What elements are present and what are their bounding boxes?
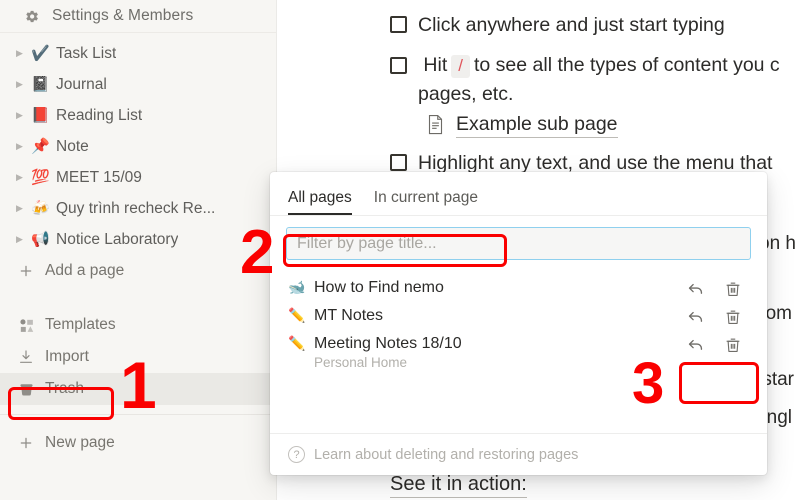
- checkbox-unchecked-icon[interactable]: [390, 153, 407, 171]
- sub-page-label: Example sub page: [456, 113, 618, 138]
- checkbox-unchecked-icon[interactable]: [390, 57, 407, 75]
- page-icon: [426, 114, 446, 136]
- popup-tabs: All pages In current page: [270, 172, 767, 216]
- sidebar-item-label: Task List: [56, 44, 117, 62]
- todo-text-before: Hit: [423, 54, 448, 77]
- sidebar-item-templates[interactable]: Templates: [0, 309, 276, 341]
- list-item[interactable]: ✏️ Meeting Notes 18/10 Personal Home: [270, 330, 767, 375]
- list-item-actions: [685, 305, 743, 327]
- restore-arrow-icon[interactable]: [685, 334, 706, 355]
- annotation-number-2: 2: [240, 218, 275, 287]
- todo-item[interactable]: Hit / to see all the types of content you …: [390, 52, 800, 107]
- sidebar: Settings & Members ▶ ✔️ Task List ▶ 📓 Jo…: [0, 0, 277, 500]
- todo-text-wrap: pages, etc.: [418, 82, 514, 105]
- sidebar-item-label: Trash: [45, 380, 85, 397]
- todo-text: Click anywhere and just start typing: [418, 14, 725, 36]
- sidebar-item-task-list[interactable]: ▶ ✔️ Task List: [0, 38, 276, 69]
- restore-arrow-icon[interactable]: [685, 306, 706, 327]
- todo-text-after: to see all the types of content you c: [474, 54, 780, 77]
- annotation-number-3: 3: [632, 351, 665, 416]
- annotation-number-1: 1: [120, 348, 157, 422]
- section-heading-see-it-in-action: See it in action:: [390, 473, 527, 498]
- sidebar-item-new-page[interactable]: New page: [0, 427, 276, 459]
- sidebar-header-label: Settings & Members: [52, 7, 194, 24]
- list-item-title: MT Notes: [314, 307, 384, 324]
- trash-icon: [18, 381, 45, 398]
- sidebar-item-settings-members[interactable]: Settings & Members: [0, 0, 276, 33]
- trash-results-list: 🐋 How to Find nemo ✏️ MT Notes ✏️ Meetin…: [270, 266, 767, 433]
- page-emoji-icon: 📕: [31, 107, 50, 124]
- page-emoji-icon: ✏️: [288, 335, 306, 351]
- doc-fragment-right-4: ngl: [766, 407, 792, 428]
- sidebar-item-label: MEET 15/09: [56, 168, 142, 186]
- popup-footer-label: Learn about deleting and restoring pages: [314, 446, 579, 463]
- trash-icon[interactable]: [722, 278, 743, 299]
- sidebar-item-label: Templates: [45, 316, 116, 333]
- question-circle-icon: ?: [288, 446, 305, 463]
- sidebar-item-reading-list[interactable]: ▶ 📕 Reading List: [0, 100, 276, 131]
- sidebar-item-label: New page: [45, 434, 115, 451]
- list-item-title: Meeting Notes 18/10: [314, 335, 462, 352]
- sidebar-item-note[interactable]: ▶ 📌 Note: [0, 131, 276, 162]
- import-icon: [18, 349, 45, 365]
- trash-search-popup: All pages In current page 🐋 How to Find …: [270, 172, 767, 475]
- tab-in-current-page[interactable]: In current page: [374, 189, 478, 215]
- chevron-right-icon[interactable]: ▶: [16, 173, 31, 182]
- filter-row: [270, 216, 767, 266]
- sidebar-pages-list: ▶ ✔️ Task List ▶ 📓 Journal ▶ 📕 Reading L…: [0, 33, 276, 287]
- chevron-right-icon[interactable]: ▶: [16, 49, 31, 58]
- popup-footer[interactable]: ? Learn about deleting and restoring pag…: [270, 433, 767, 475]
- list-item[interactable]: ✏️ MT Notes: [270, 302, 767, 330]
- tab-all-pages[interactable]: All pages: [288, 189, 352, 215]
- list-item-title: How to Find nemo: [314, 279, 444, 296]
- list-item-actions: [685, 333, 743, 355]
- list-item-subtitle: Personal Home: [314, 355, 408, 370]
- page-emoji-icon: 📓: [31, 76, 50, 93]
- chevron-right-icon[interactable]: ▶: [16, 235, 31, 244]
- slash-key-chip: /: [451, 55, 470, 79]
- page-emoji-icon: 💯: [31, 169, 50, 186]
- page-emoji-icon: 📢: [31, 231, 50, 248]
- restore-arrow-icon[interactable]: [685, 278, 706, 299]
- page-emoji-icon: 🍻: [31, 200, 50, 217]
- page-emoji-icon: ✏️: [288, 307, 306, 323]
- sidebar-item-label: Import: [45, 348, 89, 365]
- plus-icon: [18, 263, 45, 279]
- chevron-right-icon[interactable]: ▶: [16, 142, 31, 151]
- checkbox-unchecked-icon[interactable]: [390, 16, 407, 33]
- sidebar-item-notice-laboratory[interactable]: ▶ 📢 Notice Laboratory: [0, 224, 276, 255]
- sidebar-item-label: Journal: [56, 75, 107, 93]
- sidebar-item-label: Note: [56, 137, 89, 155]
- sidebar-item-label: Reading List: [56, 106, 143, 124]
- sub-page-link[interactable]: Example sub page: [426, 113, 800, 138]
- list-item[interactable]: 🐋 How to Find nemo: [270, 274, 767, 302]
- chevron-right-icon[interactable]: ▶: [16, 80, 31, 89]
- sidebar-item-label: Add a page: [45, 262, 125, 279]
- trash-icon[interactable]: [722, 306, 743, 327]
- sidebar-item-journal[interactable]: ▶ 📓 Journal: [0, 69, 276, 100]
- todo-item[interactable]: Click anywhere and just start typing: [390, 12, 800, 38]
- sidebar-item-label: Quy trình recheck Re...: [56, 199, 216, 217]
- list-item-actions: [685, 277, 743, 299]
- filter-input[interactable]: [286, 227, 751, 260]
- sidebar-item-meet[interactable]: ▶ 💯 MEET 15/09: [0, 162, 276, 193]
- page-emoji-icon: 📌: [31, 138, 50, 155]
- chevron-right-icon[interactable]: ▶: [16, 111, 31, 120]
- page-emoji-icon: 🐋: [288, 279, 306, 295]
- sidebar-item-label: Notice Laboratory: [56, 230, 179, 248]
- sidebar-item-quy-trinh[interactable]: ▶ 🍻 Quy trình recheck Re...: [0, 193, 276, 224]
- chevron-right-icon[interactable]: ▶: [16, 204, 31, 213]
- page-emoji-icon: ✔️: [31, 45, 50, 62]
- gear-icon: [22, 7, 40, 25]
- templates-icon: [18, 317, 45, 334]
- trash-icon[interactable]: [722, 334, 743, 355]
- sidebar-item-add-a-page[interactable]: Add a page: [0, 255, 276, 287]
- screenshot-root: Settings & Members ▶ ✔️ Task List ▶ 📓 Jo…: [0, 0, 800, 500]
- doc-fragment-right-3: star: [762, 369, 794, 390]
- plus-icon: [18, 435, 45, 451]
